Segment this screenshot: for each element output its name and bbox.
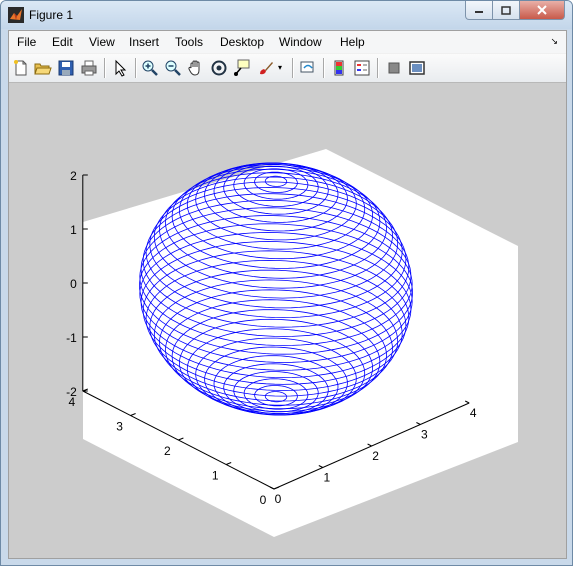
figure-window: Figure 1 File Edit View Insert Tools Des… — [0, 0, 573, 566]
y-tick-label: 2 — [164, 444, 171, 458]
toolbar-separator — [104, 58, 105, 78]
save-icon[interactable] — [57, 59, 75, 77]
print-icon[interactable] — [80, 59, 98, 77]
axes-background — [83, 149, 518, 537]
figure-toolbar: ▾ — [9, 54, 566, 83]
z-tick-label: 0 — [70, 277, 77, 291]
menu-bar: File Edit View Insert Tools Desktop Wind… — [9, 31, 566, 53]
x-tick-label: 2 — [372, 449, 379, 463]
x-tick-label: 3 — [421, 428, 428, 442]
new-figure-icon[interactable] — [12, 59, 30, 77]
menu-insert[interactable]: Insert — [129, 35, 159, 49]
brush-icon[interactable] — [257, 59, 275, 77]
toolbar-separator — [292, 58, 293, 78]
pointer-icon[interactable] — [111, 59, 129, 77]
maximize-button[interactable] — [492, 1, 520, 20]
toolbar-separator — [323, 58, 324, 78]
matlab-logo-icon — [8, 7, 24, 23]
menu-file[interactable]: File — [17, 35, 36, 49]
plot-3d[interactable]: 0123401234-2-1012 — [9, 83, 566, 558]
link-plot-icon[interactable] — [299, 59, 317, 77]
open-icon[interactable] — [34, 59, 52, 77]
z-tick-label: -1 — [66, 331, 77, 345]
close-button[interactable] — [519, 1, 565, 20]
menu-tools[interactable]: Tools — [175, 35, 203, 49]
hide-plot-tools-icon[interactable] — [385, 59, 403, 77]
menu-dock-arrow-icon[interactable]: ↘ — [550, 36, 558, 47]
data-cursor-icon[interactable] — [233, 59, 251, 77]
title-bar[interactable]: Figure 1 — [1, 1, 572, 29]
minimize-button[interactable] — [465, 1, 493, 20]
menu-view[interactable]: View — [89, 35, 115, 49]
y-tick-label: 0 — [260, 493, 267, 507]
window-title: Figure 1 — [29, 8, 74, 22]
pan-icon[interactable] — [187, 59, 205, 77]
maximize-icon — [501, 5, 511, 15]
x-tick-label: 4 — [470, 406, 477, 420]
toolbar-separator — [135, 58, 136, 78]
legend-icon[interactable] — [353, 59, 371, 77]
toolbar-separator — [377, 58, 378, 78]
minimize-icon — [475, 11, 483, 13]
y-tick-label: 3 — [116, 420, 123, 434]
menu-window[interactable]: Window — [279, 35, 322, 49]
zoom-in-icon[interactable] — [141, 59, 159, 77]
colorbar-icon[interactable] — [330, 59, 348, 77]
x-tick-label: 1 — [323, 471, 330, 485]
zoom-out-icon[interactable] — [164, 59, 182, 77]
z-tick-label: -2 — [66, 385, 77, 399]
y-tick-label: 1 — [212, 469, 219, 483]
figure-canvas[interactable]: 0 1 2 3 4 0 1 2 3 4 -2 -1 0 1 2 — [9, 83, 566, 558]
menu-edit[interactable]: Edit — [52, 35, 73, 49]
menu-help[interactable]: Help — [340, 35, 365, 49]
figure-client-area: File Edit View Insert Tools Desktop Wind… — [8, 30, 567, 559]
rotate-3d-icon[interactable] — [210, 59, 228, 77]
z-tick-label: 2 — [70, 169, 77, 183]
brush-dropdown-icon[interactable]: ▾ — [278, 63, 282, 72]
close-icon — [537, 5, 547, 15]
x-tick-label: 0 — [275, 492, 282, 506]
z-tick-label: 1 — [70, 223, 77, 237]
show-plot-tools-icon[interactable] — [408, 59, 426, 77]
menu-desktop[interactable]: Desktop — [220, 35, 264, 49]
